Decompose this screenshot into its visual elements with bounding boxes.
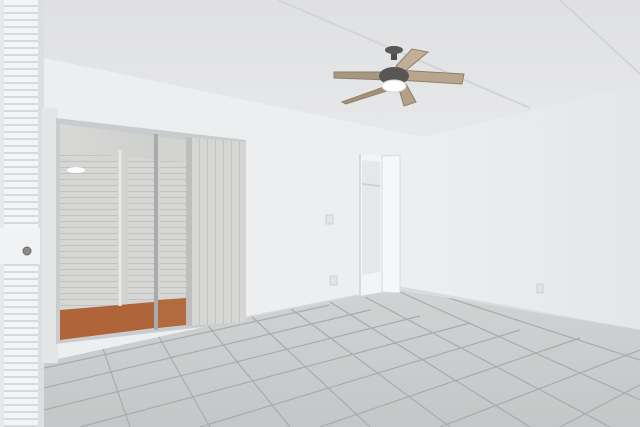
fan-canopy (385, 46, 403, 54)
fan-light (381, 79, 407, 93)
closet-door[interactable] (0, 0, 42, 427)
light-glare (67, 167, 85, 173)
closet-door-rail (0, 228, 40, 264)
light-switch[interactable] (325, 214, 334, 225)
door-frame-left-casing (42, 108, 58, 363)
vertical-blinds-shadow (186, 137, 192, 326)
room-scene (0, 0, 640, 427)
room-illustration (0, 0, 640, 427)
exterior-shutter (60, 152, 118, 310)
closet-interior (362, 160, 380, 275)
exterior-shutter (128, 157, 154, 302)
door-knob[interactable] (22, 246, 32, 256)
patio-floor (158, 298, 186, 328)
exterior-shutter (160, 160, 186, 298)
vertical-blinds[interactable] (186, 137, 246, 326)
closet-door-stile (0, 0, 4, 427)
wall-outlet (329, 275, 338, 286)
wall-outlet (536, 283, 544, 294)
open-door-leaf[interactable] (381, 154, 401, 294)
